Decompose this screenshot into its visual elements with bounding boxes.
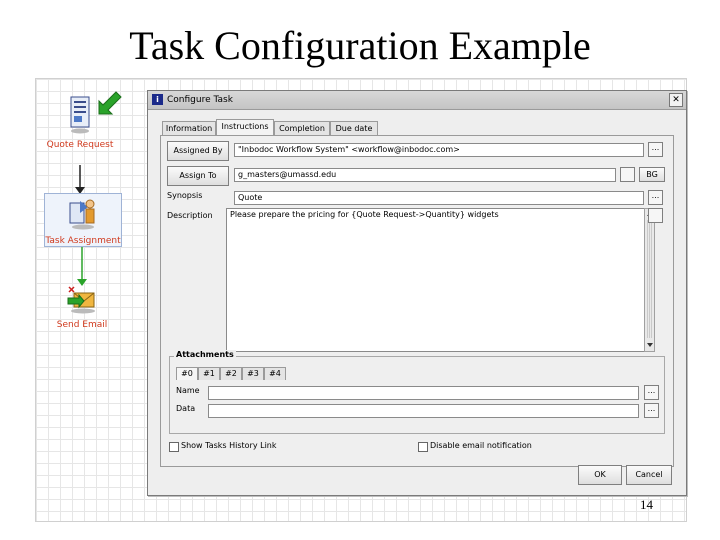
page-number: 14	[640, 497, 653, 512]
configure-task-dialog: i Configure Task ✕ Information Instructi…	[147, 90, 687, 496]
attachment-tabs: #0 #1 #2 #3 #4	[176, 367, 656, 381]
task-assignment-icon	[69, 199, 95, 230]
attachment-tab-1[interactable]: #1	[198, 367, 220, 380]
assign-to-bg-button[interactable]: BG	[639, 167, 665, 182]
node-label: Send Email	[56, 320, 108, 330]
attachment-name-field[interactable]	[208, 386, 639, 400]
connector-arrow	[75, 165, 85, 194]
ok-button[interactable]: OK	[578, 465, 622, 485]
assigned-by-field[interactable]: "Inbodoc Workflow System" <workflow@inbo…	[234, 143, 644, 157]
instructions-panel: Assigned By "Inbodoc Workflow System" <w…	[160, 135, 674, 467]
tab-instructions[interactable]: Instructions	[216, 119, 274, 136]
assign-to-browse-button[interactable]	[620, 167, 635, 182]
connector-arrow	[77, 247, 87, 286]
synopsis-field[interactable]: Quote	[234, 191, 644, 205]
dialog-app-icon: i	[152, 94, 163, 105]
disable-email-checkbox[interactable]	[418, 442, 428, 452]
attachment-tab-4[interactable]: #4	[264, 367, 286, 380]
attachment-tab-3[interactable]: #3	[242, 367, 264, 380]
assign-to-field[interactable]: g_masters@umassd.edu	[234, 168, 616, 182]
attachment-tab-2[interactable]: #2	[220, 367, 242, 380]
disable-email-label: Disable email notification	[430, 441, 532, 450]
description-label: Description	[167, 211, 213, 220]
description-scrollbar[interactable]	[644, 208, 655, 352]
attachment-name-label: Name	[176, 386, 200, 395]
attachment-tab-0[interactable]: #0	[176, 367, 198, 380]
node-label: Task Assignment	[45, 236, 121, 246]
email-icon	[67, 286, 95, 314]
attachment-data-field[interactable]	[208, 404, 639, 418]
node-label: Quote Request	[46, 140, 114, 150]
attachment-name-browse-button[interactable]: ...	[644, 385, 659, 400]
scroll-track[interactable]	[647, 220, 652, 338]
node-send-email[interactable]: Send Email	[44, 285, 120, 330]
slide-title: Task Configuration Example	[129, 23, 591, 68]
dialog-title: Configure Task	[167, 95, 233, 105]
attachments-legend: Attachments	[174, 350, 236, 359]
tab-completion[interactable]: Completion	[274, 121, 330, 135]
attachment-data-browse-button[interactable]: ...	[644, 403, 659, 418]
dialog-titlebar[interactable]: i Configure Task ✕	[148, 91, 686, 110]
node-quote-request[interactable]: Quote Request	[40, 95, 120, 150]
description-textarea[interactable]: Please prepare the pricing for {Quote Re…	[226, 208, 645, 352]
show-history-checkbox[interactable]	[169, 442, 179, 452]
description-browse-button[interactable]	[648, 208, 663, 223]
assigned-by-browse-button[interactable]: ...	[648, 142, 663, 157]
tab-due-date[interactable]: Due date	[330, 121, 378, 135]
close-icon[interactable]: ✕	[669, 93, 683, 107]
cancel-button[interactable]: Cancel	[626, 465, 672, 485]
synopsis-browse-button[interactable]: ...	[648, 190, 663, 205]
assign-to-button[interactable]: Assign To	[167, 166, 229, 186]
show-history-label: Show Tasks History Link	[181, 441, 277, 450]
synopsis-label: Synopsis	[167, 191, 203, 200]
tab-information[interactable]: Information	[162, 121, 216, 135]
node-task-assignment[interactable]: Task Assignment	[44, 193, 122, 247]
document-icon	[70, 96, 90, 134]
scroll-down-icon[interactable]	[646, 341, 654, 349]
assigned-by-button[interactable]: Assigned By	[167, 141, 229, 161]
attachments-group: Attachments #0 #1 #2 #3 #4 Name ... Data…	[169, 350, 665, 434]
attachment-data-label: Data	[176, 404, 196, 413]
